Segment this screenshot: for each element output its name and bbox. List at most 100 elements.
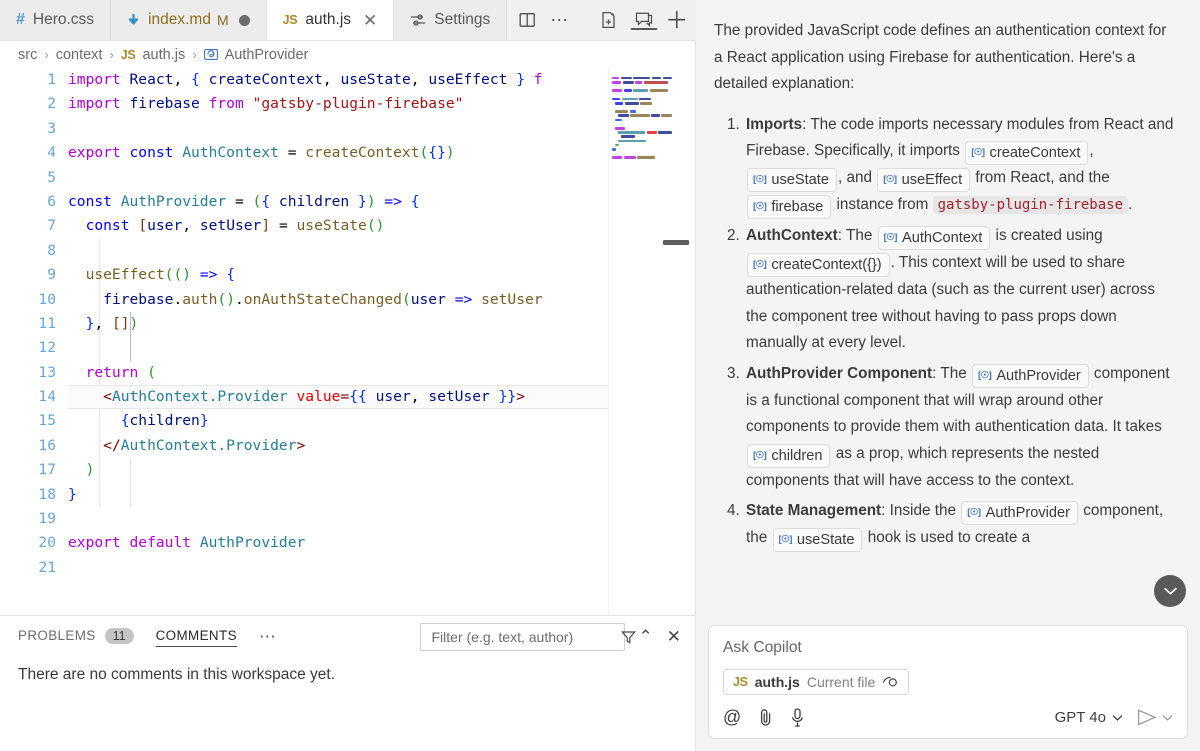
filter-icon[interactable] xyxy=(621,630,636,645)
send-button-group[interactable] xyxy=(1137,709,1173,726)
editor-vertical-scrollbar[interactable] xyxy=(681,68,695,615)
close-panel-icon[interactable]: ✕ xyxy=(667,627,681,647)
symbol-method-icon: [☉] xyxy=(967,503,980,523)
code-line-9[interactable]: useEffect(() => { xyxy=(68,263,608,287)
chip-label: children xyxy=(771,446,822,466)
collapse-panel-icon[interactable]: ⌃ xyxy=(639,627,653,647)
tab-label: Hero.css xyxy=(33,11,94,29)
model-picker[interactable]: GPT 4o xyxy=(1055,709,1123,726)
chat-tabbar-actions xyxy=(581,0,665,40)
code-line-21[interactable] xyxy=(68,556,608,580)
breadcrumb-item-symbol[interactable]: AuthProvider xyxy=(225,47,309,63)
code-editor[interactable]: 1 2 3 4 5 6 7 8 9 10 11 12 13 14 15 16 1 xyxy=(0,68,695,615)
tab-index-md[interactable]: index.md M xyxy=(111,0,267,40)
breadcrumb-item-context[interactable]: context xyxy=(56,47,103,63)
code-line-13[interactable]: return ( xyxy=(68,361,608,385)
breadcrumb-separator: › xyxy=(192,47,196,62)
symbol-chip[interactable]: [☉]children xyxy=(747,444,830,468)
chat-input-placeholder[interactable]: Ask Copilot xyxy=(723,639,1173,657)
tab-auth-js[interactable]: JS auth.js ✕ xyxy=(267,0,395,40)
symbol-chip[interactable]: [☉] AuthProvider xyxy=(972,364,1089,388)
panel-tab-bar: PROBLEMS 11 COMMENTS ⋯ ⌃ ✕ xyxy=(0,616,695,658)
code-line-18[interactable]: } xyxy=(68,483,608,507)
split-editor-icon[interactable] xyxy=(519,12,536,28)
code-line-4[interactable]: export const AuthContext = createContext… xyxy=(68,141,608,165)
mention-icon[interactable]: @ xyxy=(723,707,741,728)
symbol-method-icon: [☉] xyxy=(978,366,991,386)
eye-icon[interactable] xyxy=(882,676,899,688)
code-line-10[interactable]: firebase.auth().onAuthStateChanged(user … xyxy=(68,288,608,312)
code-line-3[interactable] xyxy=(68,117,608,141)
symbol-chip[interactable]: [☉]createContext({}) xyxy=(747,253,890,277)
new-chat-file-icon[interactable] xyxy=(601,11,617,29)
minimap[interactable] xyxy=(608,68,672,615)
list-item-text: hook is used to create a xyxy=(863,529,1030,546)
line-number: 19 xyxy=(0,507,56,531)
code-line-15[interactable]: {children} xyxy=(68,409,608,433)
tab-settings[interactable]: Settings xyxy=(394,0,507,40)
code-line-5[interactable] xyxy=(68,166,608,190)
symbol-chip[interactable]: [☉]AuthContext xyxy=(878,226,991,250)
chip-label: AuthProvider xyxy=(996,366,1080,386)
code-line-8[interactable] xyxy=(68,239,608,263)
line-number: 1 xyxy=(0,68,56,92)
code-line-1[interactable]: import React, { createContext, useState,… xyxy=(68,68,608,92)
more-actions-icon[interactable]: ⋯ xyxy=(550,10,569,31)
chat-bubble-icon[interactable] xyxy=(635,11,653,30)
symbol-chip[interactable]: [☉]AuthProvider xyxy=(961,501,1078,525)
tab-label: index.md xyxy=(148,11,211,29)
symbol-chip[interactable]: [☉]firebase xyxy=(747,195,831,219)
editor-actions: ⋯ xyxy=(507,0,581,40)
symbol-chip[interactable]: [☉]useEffect xyxy=(877,168,970,192)
model-label: GPT 4o xyxy=(1055,709,1106,726)
line-number: 20 xyxy=(0,531,56,555)
code-line-19[interactable] xyxy=(68,507,608,531)
chevron-down-icon xyxy=(1162,714,1173,722)
filter-input[interactable] xyxy=(432,629,613,645)
chat-message-list[interactable]: The provided JavaScript code defines an … xyxy=(696,0,1200,619)
code-line-7[interactable]: const [user, setUser] = useState() xyxy=(68,214,608,238)
panel-tab-label: PROBLEMS xyxy=(18,628,96,643)
code-line-12[interactable] xyxy=(68,336,608,360)
attach-icon[interactable] xyxy=(759,708,773,727)
code-lines[interactable]: import React, { createContext, useState,… xyxy=(68,68,608,615)
panel-tab-problems[interactable]: PROBLEMS 11 xyxy=(18,628,134,647)
breadcrumb[interactable]: src › context › JS auth.js › AuthProvide… xyxy=(0,41,695,68)
code-line-17[interactable]: ) xyxy=(68,458,608,482)
chip-label: firebase xyxy=(771,197,823,217)
symbol-method-icon xyxy=(204,49,218,60)
code-line-11[interactable]: }, []) xyxy=(68,312,608,336)
breadcrumb-item-file[interactable]: auth.js xyxy=(142,47,185,63)
js-icon: JS xyxy=(283,13,298,27)
panel-more-icon[interactable]: ⋯ xyxy=(259,627,277,647)
code-line-16[interactable]: </AuthContext.Provider> xyxy=(68,434,608,458)
chip-label: useState xyxy=(771,170,829,190)
list-item-title: AuthProvider Component xyxy=(746,365,932,382)
settings-sliders-icon xyxy=(410,13,426,27)
editor-sash-handle[interactable] xyxy=(663,240,689,245)
code-line-20[interactable]: export default AuthProvider xyxy=(68,531,608,555)
js-icon: JS xyxy=(733,675,748,689)
scroll-to-bottom-button[interactable] xyxy=(1154,575,1186,607)
symbol-chip[interactable]: [☉]createContext xyxy=(965,141,1088,165)
line-number: 12 xyxy=(0,336,56,360)
breadcrumb-separator: › xyxy=(44,47,48,62)
code-line-14[interactable]: <AuthContext.Provider value={{ user, set… xyxy=(68,385,608,409)
breadcrumb-item-src[interactable]: src xyxy=(18,47,37,63)
symbol-chip[interactable]: [☉]useState xyxy=(747,168,837,192)
send-icon[interactable] xyxy=(1137,709,1157,726)
comments-filter[interactable] xyxy=(420,623,625,651)
code-line-2[interactable]: import firebase from "gatsby-plugin-fire… xyxy=(68,92,608,116)
new-chat-icon[interactable]: ＋ xyxy=(665,9,688,32)
symbol-chip[interactable]: [☉]useState xyxy=(773,528,863,552)
panel-tab-comments[interactable]: COMMENTS xyxy=(156,628,237,647)
code-line-6[interactable]: const AuthProvider = ({ children }) => { xyxy=(68,190,608,214)
code-surface[interactable]: 1 2 3 4 5 6 7 8 9 10 11 12 13 14 15 16 1 xyxy=(0,68,608,615)
js-icon: JS xyxy=(121,48,136,62)
close-icon[interactable]: ✕ xyxy=(363,12,377,29)
context-file-name: auth.js xyxy=(755,674,800,690)
tab-hero-css[interactable]: # Hero.css xyxy=(0,0,111,40)
microphone-icon[interactable] xyxy=(791,708,804,727)
context-chip-current-file[interactable]: JS auth.js Current file xyxy=(723,669,909,695)
chat-composer[interactable]: Ask Copilot JS auth.js Current file @ xyxy=(708,625,1188,739)
